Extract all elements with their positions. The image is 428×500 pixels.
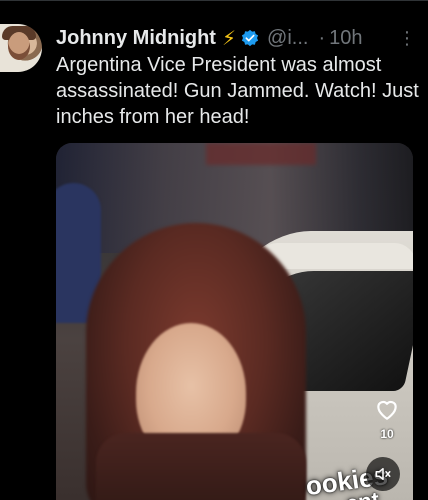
divider xyxy=(0,0,428,1)
background-red-light xyxy=(206,143,316,165)
heart-outline-icon[interactable] xyxy=(374,397,400,421)
woman-body xyxy=(96,433,306,500)
tweet-text: Argentina Vice President was almost assa… xyxy=(56,54,419,128)
mute-button[interactable] xyxy=(366,457,400,491)
video-media[interactable]: ookies ent 10 xyxy=(56,143,413,500)
separator-dot: · xyxy=(318,26,326,49)
verified-badge-icon xyxy=(241,29,259,47)
avatar[interactable] xyxy=(0,24,42,72)
more-options-icon[interactable]: ⋮ xyxy=(398,26,416,50)
speaker-muted-icon xyxy=(375,468,391,480)
tweet-header: Johnny Midnight ⚡ @i... · 10h xyxy=(56,24,363,52)
timestamp[interactable]: 10h xyxy=(329,27,362,50)
like-count: 10 xyxy=(380,427,394,441)
avatar-face xyxy=(8,32,30,60)
user-handle[interactable]: @i... xyxy=(267,27,308,50)
display-name[interactable]: Johnny Midnight xyxy=(56,27,216,50)
lightning-bolt-icon: ⚡ xyxy=(221,27,237,50)
